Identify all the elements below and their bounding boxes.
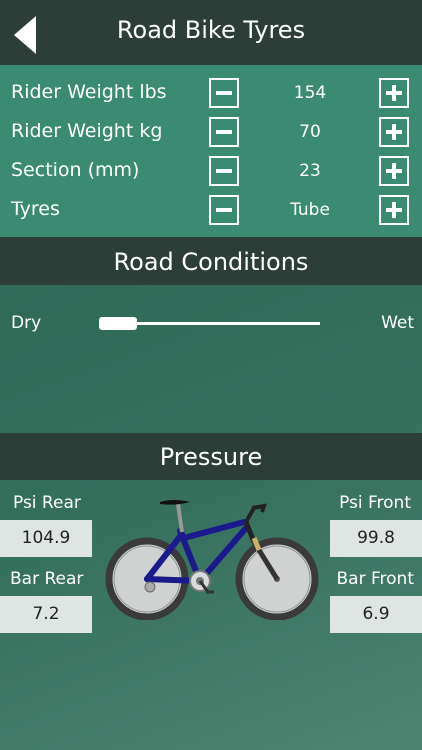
psi-rear-value: 104.9 bbox=[0, 520, 92, 557]
settings-panel: Rider Weight lbs 154 Rider Weight kg 70 … bbox=[0, 65, 422, 237]
row-value: 154 bbox=[293, 83, 327, 103]
increase-weight-kg-button[interactable] bbox=[379, 117, 409, 147]
app-header: Road Bike Tyres bbox=[0, 0, 422, 65]
increase-weight-lbs-button[interactable] bbox=[379, 78, 409, 108]
pressure-header: Pressure bbox=[0, 433, 422, 480]
psi-rear-label: Psi Rear bbox=[13, 493, 81, 513]
bar-rear-label: Bar Rear bbox=[10, 569, 84, 589]
section-title: Road Conditions bbox=[113, 248, 309, 276]
row-label: Section (mm) bbox=[11, 159, 140, 181]
row-value: 23 bbox=[299, 161, 321, 181]
bicycle-icon bbox=[105, 500, 319, 620]
previous-tyre-type-button[interactable] bbox=[209, 195, 239, 225]
increase-section-button[interactable] bbox=[379, 156, 409, 186]
tyres-row: Tyres Tube bbox=[0, 192, 422, 230]
slider-thumb[interactable] bbox=[99, 317, 137, 330]
psi-front-label: Psi Front bbox=[339, 493, 411, 513]
decrease-weight-lbs-button[interactable] bbox=[209, 78, 239, 108]
row-label: Rider Weight kg bbox=[11, 120, 163, 142]
bar-rear-value: 7.2 bbox=[0, 596, 92, 633]
decrease-weight-kg-button[interactable] bbox=[209, 117, 239, 147]
psi-front-value: 99.8 bbox=[330, 520, 422, 557]
page-title: Road Bike Tyres bbox=[116, 16, 306, 44]
wet-label: Wet bbox=[381, 313, 414, 333]
row-label: Rider Weight lbs bbox=[11, 81, 167, 103]
bar-front-label: Bar Front bbox=[336, 569, 414, 589]
section-row: Section (mm) 23 bbox=[0, 153, 422, 191]
rider-weight-kg-row: Rider Weight kg 70 bbox=[0, 114, 422, 152]
row-label: Tyres bbox=[11, 198, 60, 220]
bar-front-value: 6.9 bbox=[330, 596, 422, 633]
section-title: Pressure bbox=[159, 443, 263, 471]
dry-label: Dry bbox=[11, 313, 42, 333]
rider-weight-lbs-row: Rider Weight lbs 154 bbox=[0, 75, 422, 113]
row-value: 70 bbox=[299, 122, 321, 142]
road-conditions-header: Road Conditions bbox=[0, 237, 422, 285]
decrease-section-button[interactable] bbox=[209, 156, 239, 186]
row-value: Tube bbox=[290, 200, 330, 220]
next-tyre-type-button[interactable] bbox=[379, 195, 409, 225]
